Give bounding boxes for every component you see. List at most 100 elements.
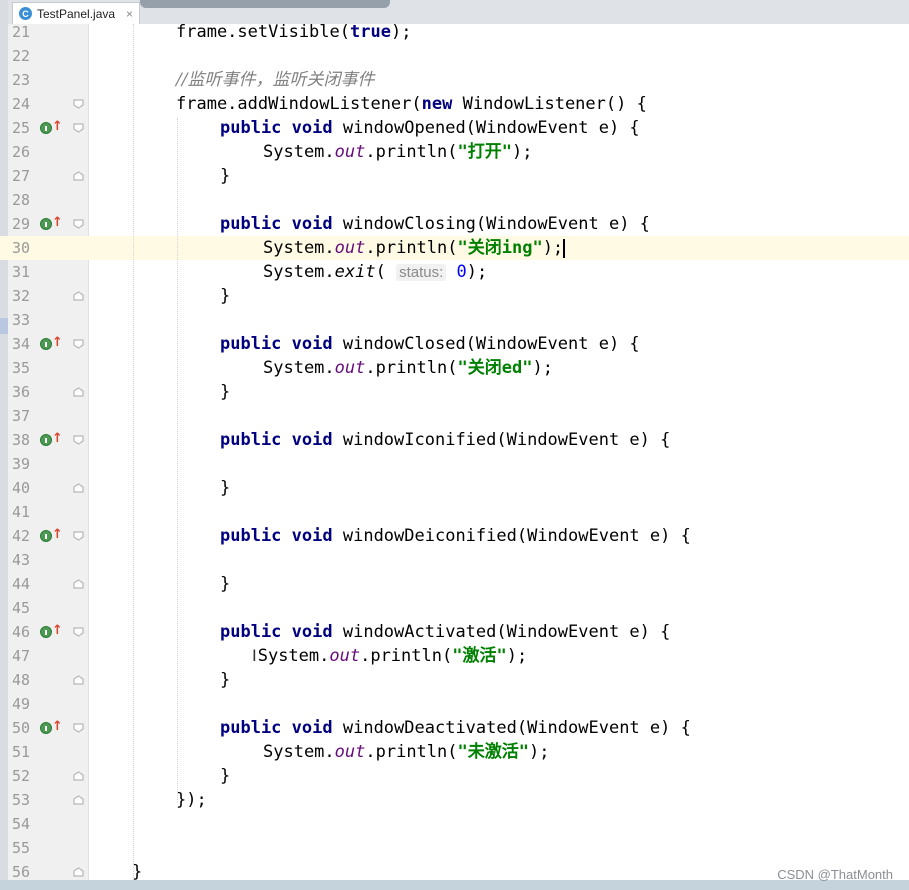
code-text[interactable]: System.out.println("未激活");: [263, 740, 549, 764]
code-line-47[interactable]: 47 ISystem.out.println("激活");: [0, 644, 909, 668]
code-text[interactable]: public void windowActivated(WindowEvent …: [220, 620, 670, 644]
implement-method-icon[interactable]: [40, 434, 52, 446]
line-number[interactable]: 21: [12, 20, 36, 44]
code-line-26[interactable]: 26 System.out.println("打开");: [0, 140, 909, 164]
code-text[interactable]: public void windowOpened(WindowEvent e) …: [220, 116, 640, 140]
line-number[interactable]: 22: [12, 44, 36, 68]
override-arrow-icon[interactable]: ↑: [52, 527, 63, 543]
fold-start-icon[interactable]: [73, 99, 84, 109]
line-number[interactable]: 46: [12, 620, 36, 644]
line-number[interactable]: 37: [12, 404, 36, 428]
code-text[interactable]: ISystem.out.println("激活");: [252, 644, 527, 668]
implement-method-icon[interactable]: [40, 218, 52, 230]
code-line-48[interactable]: 48 }: [0, 668, 909, 692]
line-number[interactable]: 38: [12, 428, 36, 452]
code-text[interactable]: public void windowClosed(WindowEvent e) …: [220, 332, 640, 356]
code-line-34[interactable]: 34 ↑ public void windowClosed(WindowEven…: [0, 332, 909, 356]
line-number[interactable]: 55: [12, 836, 36, 860]
code-text[interactable]: frame.setVisible(true);: [176, 20, 411, 44]
override-arrow-icon[interactable]: ↑: [52, 215, 63, 231]
code-line-33[interactable]: 33: [0, 308, 909, 332]
fold-start-icon[interactable]: [73, 339, 84, 349]
fold-end-icon[interactable]: [73, 579, 84, 589]
fold-end-icon[interactable]: [73, 483, 84, 493]
code-text[interactable]: public void windowDeactivated(WindowEven…: [220, 716, 691, 740]
line-number[interactable]: 31: [12, 260, 36, 284]
code-line-52[interactable]: 52 }: [0, 764, 909, 788]
line-number[interactable]: 23: [12, 68, 36, 92]
line-number[interactable]: 25: [12, 116, 36, 140]
code-text[interactable]: }: [220, 668, 230, 692]
code-text[interactable]: System.out.println("关闭ing");: [263, 236, 566, 260]
code-line-24[interactable]: 24 frame.addWindowListener(new WindowLis…: [0, 92, 909, 116]
line-number[interactable]: 51: [12, 740, 36, 764]
code-line-22[interactable]: 22: [0, 44, 909, 68]
fold-end-icon[interactable]: [73, 795, 84, 805]
code-text[interactable]: public void windowIconified(WindowEvent …: [220, 428, 670, 452]
code-line-27[interactable]: 27 }: [0, 164, 909, 188]
code-line-30-current[interactable]: 30 System.out.println("关闭ing");: [0, 236, 909, 260]
code-text[interactable]: }: [220, 476, 230, 500]
line-number[interactable]: 36: [12, 380, 36, 404]
code-text[interactable]: public void windowDeiconified(WindowEven…: [220, 524, 691, 548]
code-line-31[interactable]: 31 System.exit( status: 0);: [0, 260, 909, 284]
line-number[interactable]: 50: [12, 716, 36, 740]
line-number[interactable]: 41: [12, 500, 36, 524]
fold-start-icon[interactable]: [73, 123, 84, 133]
line-number[interactable]: 24: [12, 92, 36, 116]
code-text[interactable]: System.exit( status: 0);: [263, 260, 487, 284]
code-line-37[interactable]: 37: [0, 404, 909, 428]
fold-end-icon[interactable]: [73, 771, 84, 781]
code-text[interactable]: }: [220, 284, 230, 308]
implement-method-icon[interactable]: [40, 722, 52, 734]
fold-end-icon[interactable]: [73, 171, 84, 181]
code-text[interactable]: }: [220, 164, 230, 188]
code-line-23[interactable]: 23 //监听事件，监听关闭事件: [0, 68, 909, 92]
implement-method-icon[interactable]: [40, 338, 52, 350]
code-line-50[interactable]: 50 ↑ public void windowDeactivated(Windo…: [0, 716, 909, 740]
line-number[interactable]: 43: [12, 548, 36, 572]
line-number[interactable]: 47: [12, 644, 36, 668]
line-number[interactable]: 39: [12, 452, 36, 476]
code-line-28[interactable]: 28: [0, 188, 909, 212]
line-number[interactable]: 34: [12, 332, 36, 356]
code-line-21[interactable]: 21 frame.setVisible(true);: [0, 20, 909, 44]
fold-end-icon[interactable]: [73, 291, 84, 301]
code-line-44[interactable]: 44 }: [0, 572, 909, 596]
fold-start-icon[interactable]: [73, 435, 84, 445]
override-arrow-icon[interactable]: ↑: [52, 719, 63, 735]
code-text[interactable]: });: [176, 788, 207, 812]
line-number[interactable]: 54: [12, 812, 36, 836]
code-line-35[interactable]: 35 System.out.println("关闭ed");: [0, 356, 909, 380]
fold-end-icon[interactable]: [73, 867, 84, 877]
implement-method-icon[interactable]: [40, 626, 52, 638]
code-line-55[interactable]: 55: [0, 836, 909, 860]
line-number[interactable]: 26: [12, 140, 36, 164]
close-icon[interactable]: ×: [126, 7, 133, 21]
line-number[interactable]: 28: [12, 188, 36, 212]
code-text[interactable]: System.out.println("关闭ed");: [263, 356, 553, 380]
line-number[interactable]: 32: [12, 284, 36, 308]
code-line-38[interactable]: 38 ↑ public void windowIconified(WindowE…: [0, 428, 909, 452]
code-line-43[interactable]: 43: [0, 548, 909, 572]
code-text[interactable]: frame.addWindowListener(new WindowListen…: [176, 92, 647, 116]
override-arrow-icon[interactable]: ↑: [52, 623, 63, 639]
code-text[interactable]: }: [220, 764, 230, 788]
line-number[interactable]: 33: [12, 308, 36, 332]
code-line-51[interactable]: 51 System.out.println("未激活");: [0, 740, 909, 764]
line-number[interactable]: 45: [12, 596, 36, 620]
line-number[interactable]: 53: [12, 788, 36, 812]
code-line-46[interactable]: 46 ↑ public void windowActivated(WindowE…: [0, 620, 909, 644]
code-text[interactable]: }: [220, 380, 230, 404]
code-comment[interactable]: //监听事件，监听关闭事件: [176, 68, 374, 92]
code-line-32[interactable]: 32 }: [0, 284, 909, 308]
fold-end-icon[interactable]: [73, 387, 84, 397]
implement-method-icon[interactable]: [40, 530, 52, 542]
code-text[interactable]: public void windowClosing(WindowEvent e)…: [220, 212, 650, 236]
override-arrow-icon[interactable]: ↑: [52, 431, 63, 447]
line-number[interactable]: 42: [12, 524, 36, 548]
code-line-54[interactable]: 54: [0, 812, 909, 836]
fold-start-icon[interactable]: [73, 723, 84, 733]
line-number[interactable]: 49: [12, 692, 36, 716]
code-line-45[interactable]: 45: [0, 596, 909, 620]
